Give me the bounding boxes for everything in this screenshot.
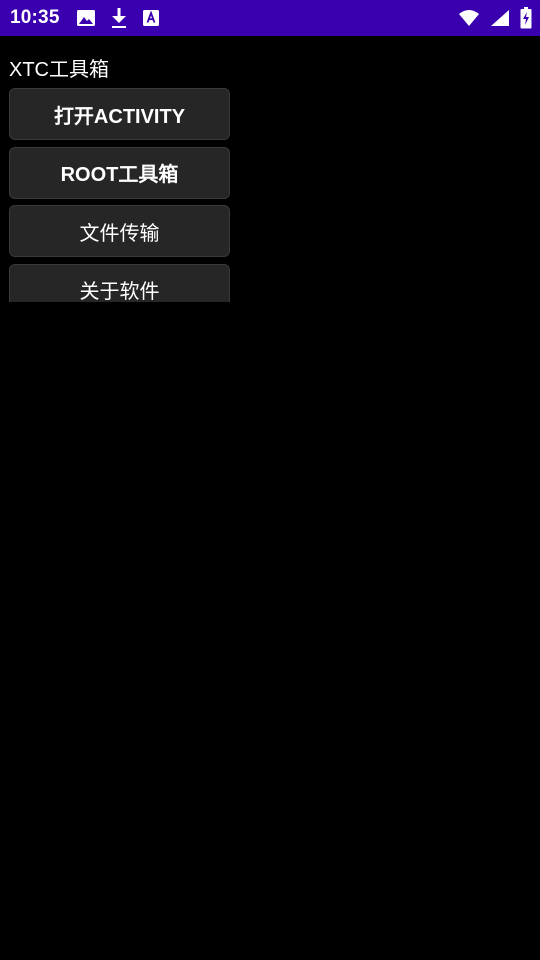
open-activity-label: 打开ACTIVITY bbox=[53, 105, 186, 128]
notification-icons bbox=[76, 7, 160, 29]
root-toolbox-label: ROOT工具箱 bbox=[60, 164, 179, 186]
status-time: 10:35 bbox=[10, 7, 60, 28]
download-icon bbox=[110, 7, 128, 29]
file-transfer-label: 文件传输 bbox=[79, 222, 160, 245]
open-activity-button[interactable]: 打开ACTIVITY bbox=[9, 88, 230, 140]
system-icons bbox=[458, 0, 532, 36]
about-software-button[interactable]: 关于软件 bbox=[9, 263, 230, 302]
signal-icon bbox=[490, 9, 510, 27]
image-icon bbox=[76, 9, 96, 27]
battery-charging-icon bbox=[520, 7, 532, 29]
root-toolbox-button[interactable]: ROOT工具箱 bbox=[9, 146, 230, 199]
button-list: 打开ACTIVITY ROOT工具箱 文件传输 关于软件 bbox=[9, 88, 230, 302]
status-bar: 10:35 bbox=[0, 0, 540, 36]
about-software-label: 关于软件 bbox=[79, 281, 160, 302]
file-transfer-button[interactable]: 文件传输 bbox=[9, 205, 230, 257]
font-a-icon bbox=[142, 9, 160, 27]
wifi-icon bbox=[458, 9, 480, 27]
app-title: XTC工具箱 bbox=[9, 59, 109, 81]
